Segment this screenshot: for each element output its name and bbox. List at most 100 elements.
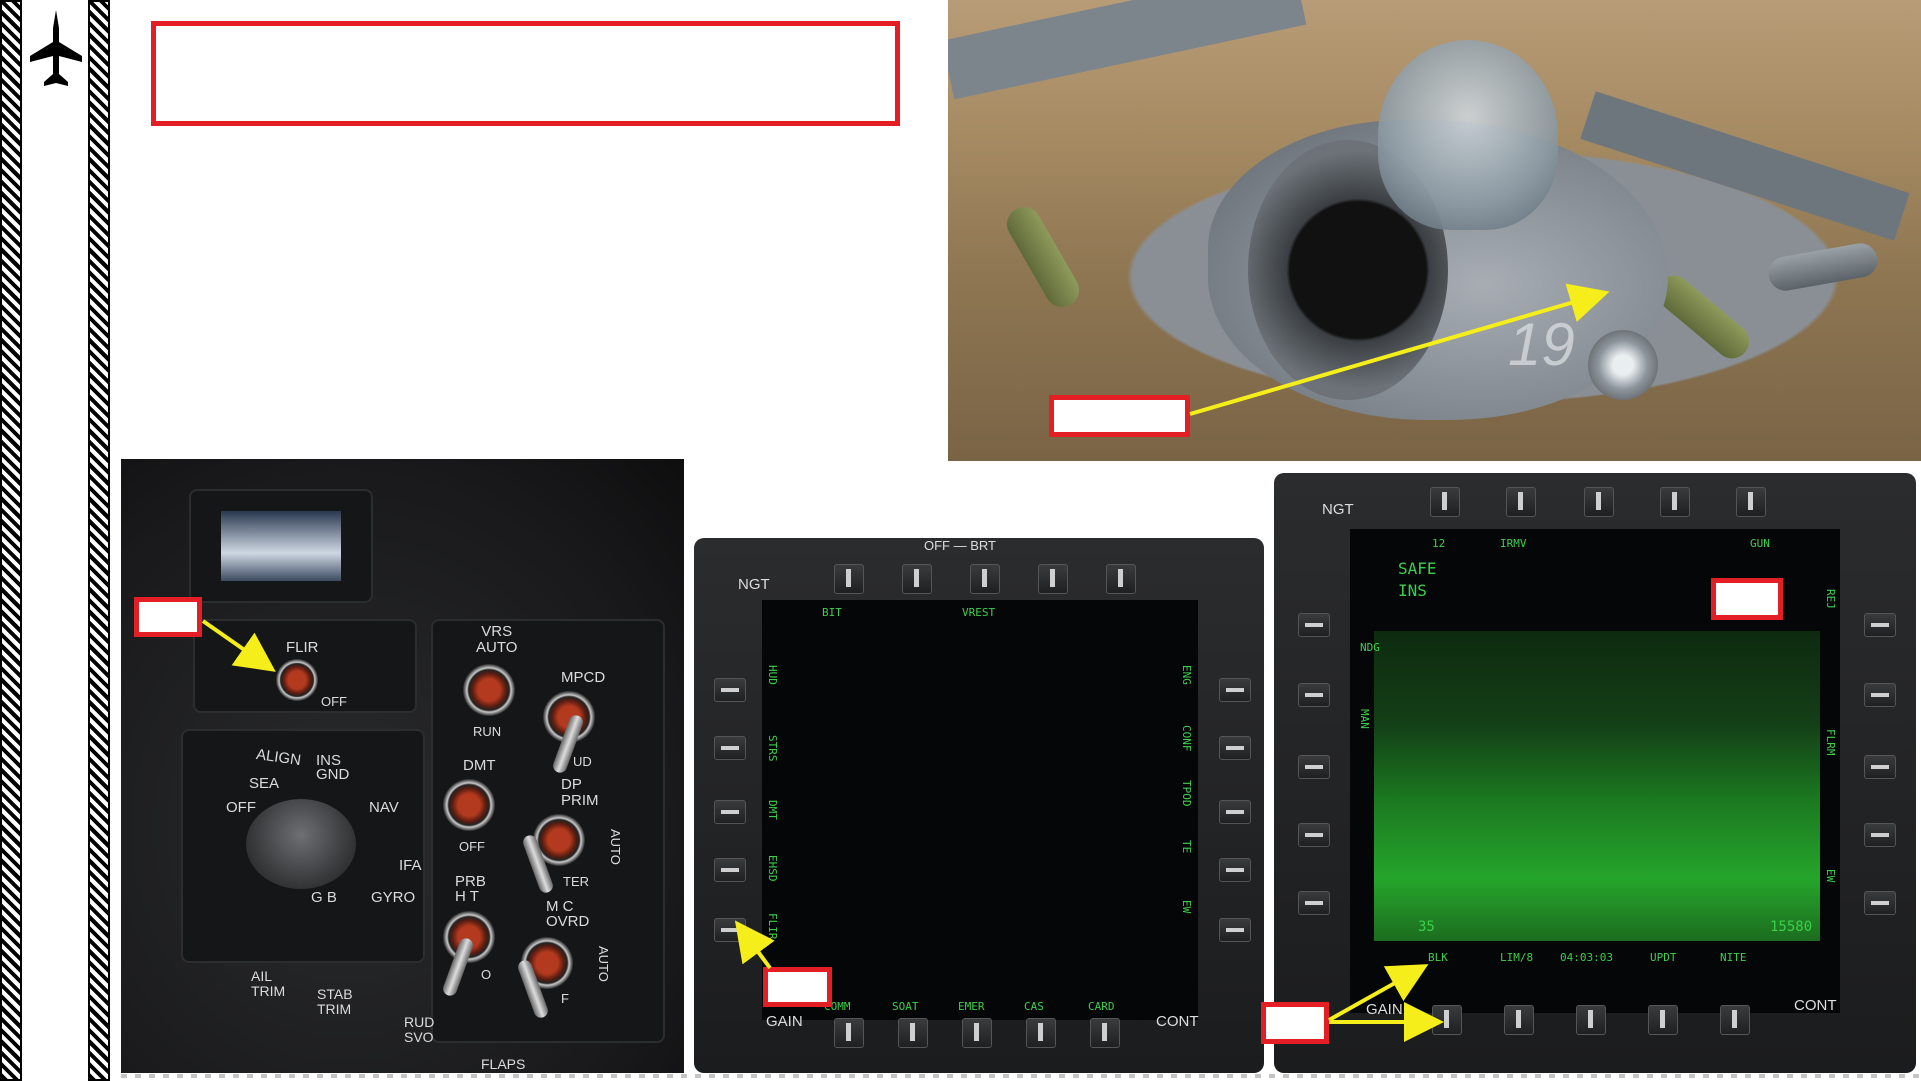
gain-label: GAIN bbox=[766, 1013, 803, 1030]
time-label: 04:03:03 bbox=[1560, 951, 1613, 964]
tpod-label: TPOD bbox=[1180, 780, 1193, 807]
osb-bottom-1[interactable] bbox=[834, 1018, 864, 1048]
nav-label: NAV bbox=[369, 799, 399, 816]
card-label: CARD bbox=[1088, 1000, 1115, 1013]
flaps-label: FLAPS bbox=[481, 1056, 526, 1072]
osb-right-1[interactable] bbox=[1219, 678, 1251, 702]
osb-left-3[interactable] bbox=[1298, 755, 1330, 779]
ngt-label: NGT bbox=[738, 576, 770, 593]
rej-label: REJ bbox=[1824, 589, 1837, 609]
gauge-plate bbox=[189, 489, 373, 603]
soat-label: SOAT bbox=[892, 1000, 919, 1013]
osb-right-1[interactable] bbox=[1864, 613, 1896, 637]
osb-bottom-2[interactable] bbox=[898, 1018, 928, 1048]
ins-mode-knob[interactable] bbox=[246, 799, 356, 889]
dmt-osb-label: DMT bbox=[766, 800, 779, 820]
strs-label: STRS bbox=[766, 735, 779, 762]
osb-top-2[interactable] bbox=[902, 564, 932, 594]
osb-right-2[interactable] bbox=[1219, 736, 1251, 760]
osb-bottom-3[interactable] bbox=[962, 1018, 992, 1048]
safe-status: SAFE bbox=[1398, 559, 1437, 578]
jet-icon bbox=[30, 10, 82, 86]
missile bbox=[1765, 240, 1881, 294]
osb-left-5[interactable] bbox=[714, 918, 746, 942]
gauge-window bbox=[221, 511, 341, 581]
osb-right-2[interactable] bbox=[1864, 683, 1896, 707]
ngt-label: NGT bbox=[1322, 501, 1354, 518]
emer-label: EMER bbox=[958, 1000, 985, 1013]
osb-left-2[interactable] bbox=[1298, 683, 1330, 707]
ins-gnd-label: INS GND bbox=[316, 752, 350, 783]
dp-prim-label: DP PRIM bbox=[561, 776, 599, 809]
osb-left-4[interactable] bbox=[714, 858, 746, 882]
gun-label: GUN bbox=[1750, 537, 1770, 550]
osb-top-2[interactable] bbox=[1506, 487, 1536, 517]
vrs-auto-label: VRS AUTO bbox=[476, 623, 518, 656]
gb-label: G B bbox=[311, 889, 337, 906]
ins-status: INS bbox=[1398, 581, 1427, 600]
osb-top-3[interactable] bbox=[1584, 487, 1614, 517]
osb-right-5[interactable] bbox=[1219, 918, 1251, 942]
ndg-label: NDG bbox=[1360, 641, 1380, 654]
flir-image bbox=[1374, 631, 1820, 941]
left-readout: 35 bbox=[1418, 919, 1435, 935]
dmt-switch[interactable] bbox=[443, 779, 495, 831]
osb-bottom-4[interactable] bbox=[1648, 1005, 1678, 1035]
weapon-label: IRMV bbox=[1500, 537, 1527, 550]
osb-left-1[interactable] bbox=[1298, 613, 1330, 637]
osb-top-1[interactable] bbox=[834, 564, 864, 594]
osb-bottom-4[interactable] bbox=[1026, 1018, 1056, 1048]
osb-right-4[interactable] bbox=[1219, 858, 1251, 882]
osb-left-4[interactable] bbox=[1298, 823, 1330, 847]
ins-off-label: OFF bbox=[226, 799, 256, 816]
osb-bottom-3[interactable] bbox=[1576, 1005, 1606, 1035]
osb-top-4[interactable] bbox=[1038, 564, 1068, 594]
osb-left-2[interactable] bbox=[714, 736, 746, 760]
man-label: MAN bbox=[1358, 709, 1371, 729]
osb-right-3[interactable] bbox=[1219, 800, 1251, 824]
osb-left-3[interactable] bbox=[714, 800, 746, 824]
conf-label: CONF bbox=[1180, 725, 1193, 752]
ew-label: EW bbox=[1824, 869, 1837, 883]
osb-top-3[interactable] bbox=[970, 564, 1000, 594]
bit-label: BIT bbox=[822, 606, 842, 619]
ter-label: TER bbox=[563, 874, 589, 889]
flrm-label: FLRM bbox=[1824, 729, 1837, 756]
lim-label: LIM/8 bbox=[1500, 951, 1534, 964]
flir-switch-label-box bbox=[134, 597, 202, 637]
hud-label: HUD bbox=[766, 665, 779, 685]
flir-osb-label: FLIR bbox=[766, 913, 779, 940]
osb-top-5[interactable] bbox=[1106, 564, 1136, 594]
osb-bottom-5[interactable] bbox=[1720, 1005, 1750, 1035]
flir-switch[interactable] bbox=[276, 659, 318, 701]
osb-bottom-2[interactable] bbox=[1504, 1005, 1534, 1035]
range-readout: 12 bbox=[1432, 537, 1446, 550]
osb-bottom-5[interactable] bbox=[1090, 1018, 1120, 1048]
bomb bbox=[1000, 200, 1086, 314]
gyro-label: GYRO bbox=[371, 889, 416, 906]
ehsd-label: EHSD bbox=[766, 855, 779, 882]
osb-top-1[interactable] bbox=[1430, 487, 1460, 517]
nite-label: NITE bbox=[1720, 951, 1747, 964]
osb-top-4[interactable] bbox=[1660, 487, 1690, 517]
osb-left-1[interactable] bbox=[714, 678, 746, 702]
mfd-right: NGT 12 IRMV GUN SAFE INS NDG MAN REJ FLR… bbox=[1274, 473, 1916, 1073]
osb-left-5[interactable] bbox=[1298, 891, 1330, 915]
mfd-left-screen: BIT VREST HUD STRS DMT EHSD FLIR ENG CON… bbox=[762, 600, 1198, 1020]
cas-label: CAS bbox=[1024, 1000, 1044, 1013]
osb-bottom-1[interactable] bbox=[1432, 1005, 1462, 1035]
left-hatched-rail bbox=[0, 0, 22, 1081]
stab-trim-label: STAB TRIM bbox=[317, 986, 353, 1017]
control-panel-photo: FLIR OFF VRS AUTO RUN MPCD UD DMT OFF DP… bbox=[121, 459, 684, 1073]
osb-right-5[interactable] bbox=[1864, 891, 1896, 915]
osb-right-4[interactable] bbox=[1864, 823, 1896, 847]
cont-label: CONT bbox=[1794, 997, 1837, 1014]
gain-label: GAIN bbox=[1366, 1001, 1403, 1018]
vrs-switch[interactable] bbox=[463, 664, 515, 716]
osb-top-5[interactable] bbox=[1736, 487, 1766, 517]
te-label: TE bbox=[1180, 840, 1193, 854]
nose-label-box bbox=[1049, 395, 1190, 437]
vrest-label: VREST bbox=[962, 606, 996, 619]
osb-right-3[interactable] bbox=[1864, 755, 1896, 779]
prb-ht-label: PRB H T bbox=[455, 873, 486, 905]
